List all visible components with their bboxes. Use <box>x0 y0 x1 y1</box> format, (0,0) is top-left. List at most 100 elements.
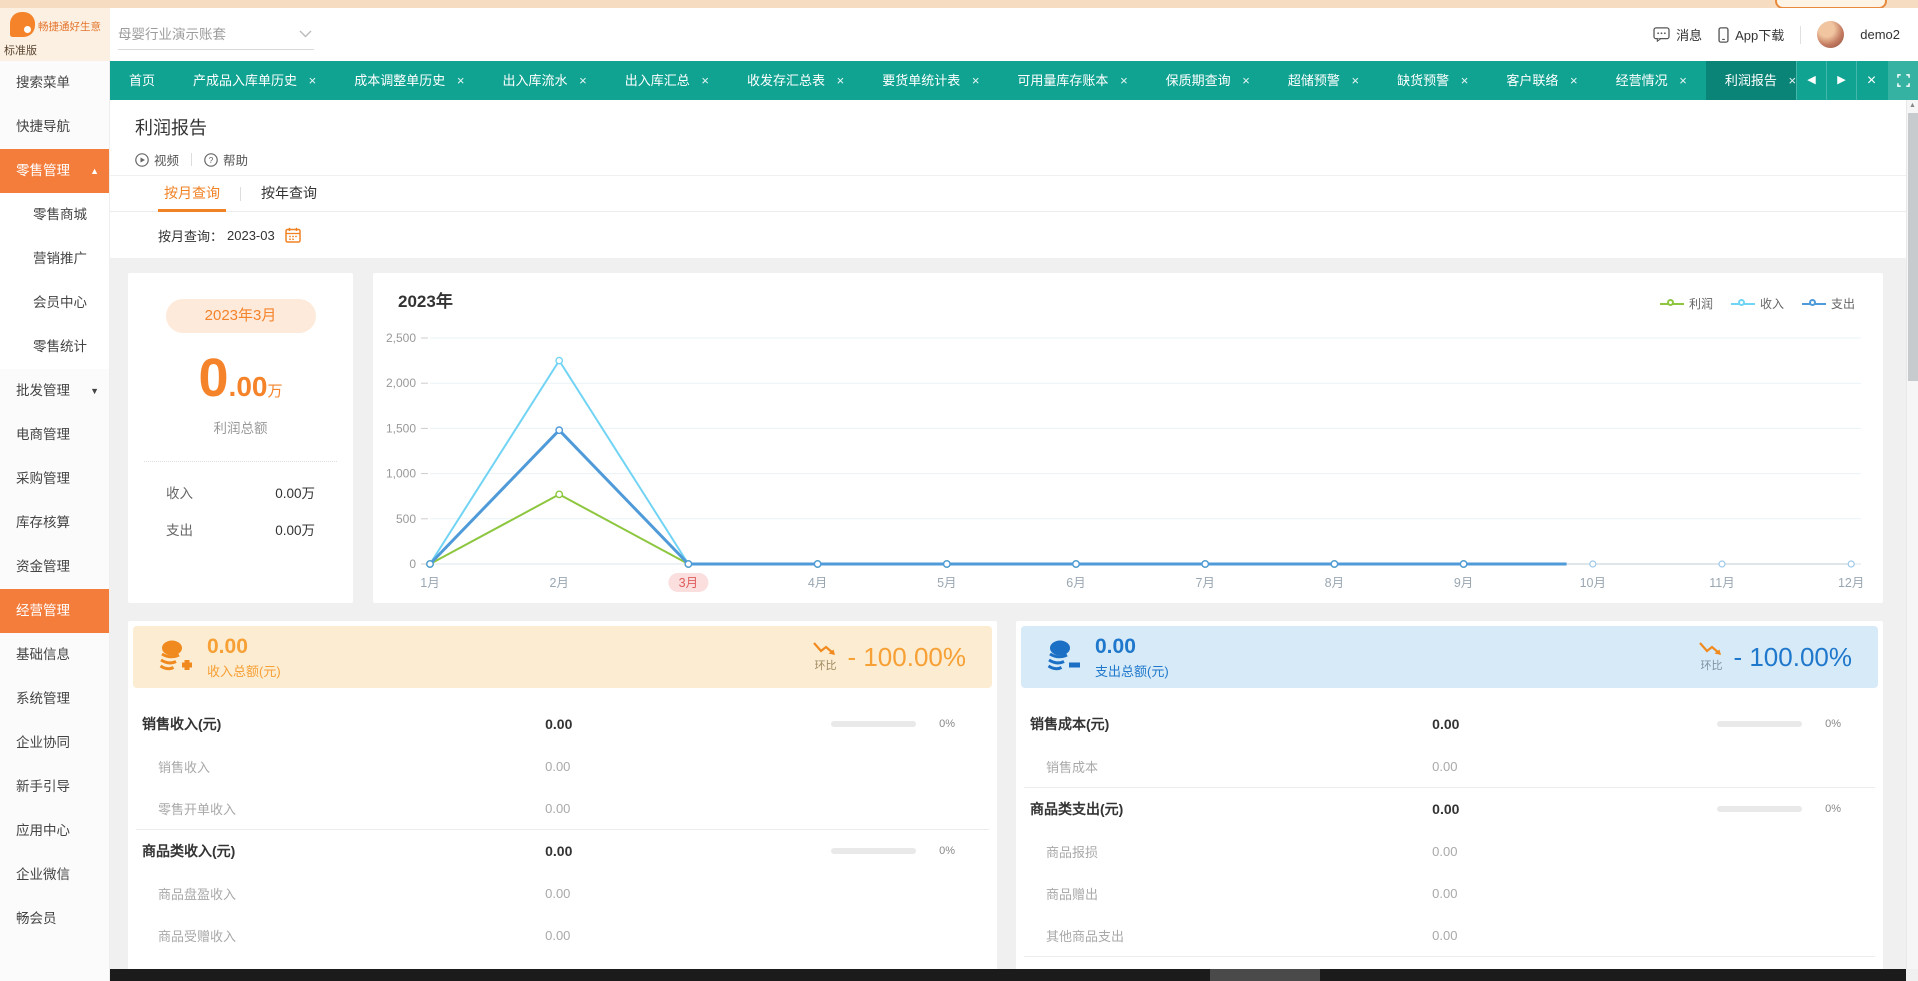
username[interactable]: demo2 <box>1860 27 1900 42</box>
play-circle-icon <box>135 152 149 167</box>
account-select[interactable]: 母婴行业演示账套 <box>118 22 314 50</box>
tab-close-icon[interactable]: × <box>701 73 709 88</box>
progress-bar <box>1717 806 1802 812</box>
legend-item[interactable]: 支出 <box>1801 295 1855 312</box>
summary-rows: 收入 0.00万 支出 0.00万 <box>166 482 315 539</box>
tab-close-icon[interactable]: × <box>309 73 317 88</box>
tab[interactable]: 出入库流水 × <box>483 61 605 100</box>
income-row: 零售开单收入 0.00 <box>128 787 997 829</box>
tab-close-icon[interactable]: × <box>1570 73 1578 88</box>
legend-item[interactable]: 收入 <box>1730 295 1784 312</box>
tab[interactable]: 出入库汇总 × <box>606 61 728 100</box>
sidebar-item[interactable]: 快捷导航 <box>0 105 109 149</box>
open-tabs: 首页 产成品入库单历史 × 成本调整单历史 × 出入库流水 × 出入库汇总 × … <box>110 61 1796 100</box>
app-download-button[interactable]: App下载 <box>1718 25 1784 44</box>
dotted-divider <box>144 461 337 462</box>
avatar[interactable] <box>1817 21 1845 48</box>
sidebar-item[interactable]: 应用中心 <box>0 809 109 853</box>
summary-row-value: 0.00万 <box>275 523 315 538</box>
tab-close-icon[interactable]: × <box>837 73 845 88</box>
tab-close-icon[interactable]: × <box>1352 73 1360 88</box>
income-total-label: 收入总额(元) <box>207 663 281 679</box>
sidebar-item[interactable]: 经营管理 <box>0 589 109 633</box>
tab[interactable]: 产成品入库单历史 × <box>174 61 335 100</box>
tab[interactable]: 利润报告 × <box>1705 61 1796 100</box>
expense-row-value: 0.00 <box>1432 801 1460 817</box>
sidebar-item[interactable]: 采购管理 <box>0 457 109 501</box>
legend-marker-icon <box>1801 298 1826 309</box>
svg-text:500: 500 <box>396 512 416 526</box>
tabbar: 首页 产成品入库单历史 × 成本调整单历史 × 出入库流水 × 出入库汇总 × … <box>110 61 1918 100</box>
expense-ratio-label: 环比 <box>1700 659 1723 672</box>
sidebar-item[interactable]: 零售商城 <box>0 193 109 237</box>
vertical-scrollbar-thumb[interactable] <box>1908 113 1918 381</box>
tab[interactable]: 超储预警 × <box>1269 61 1378 100</box>
fullscreen-button[interactable] <box>1888 61 1918 100</box>
logo[interactable]: 畅捷通好生意 标准版 <box>0 8 110 61</box>
sidebar-item[interactable]: 新手引导 <box>0 765 109 809</box>
vertical-scrollbar: ▲ <box>1906 100 1918 969</box>
sidebar-item[interactable]: 企业协同 <box>0 721 109 765</box>
tab[interactable]: 缺货预警 × <box>1378 61 1487 100</box>
tab-yearly-query[interactable]: 按年查询 <box>255 176 323 212</box>
tab-close-icon[interactable]: × <box>1461 73 1469 88</box>
calendar-icon[interactable] <box>284 227 301 243</box>
video-link[interactable]: 视频 <box>135 150 179 169</box>
sidebar-item[interactable]: 零售统计 <box>0 325 109 369</box>
tab[interactable]: 收发存汇总表 × <box>728 61 863 100</box>
income-row: 销售收入 0.00 <box>128 745 997 787</box>
progress-bar <box>831 721 916 727</box>
page-title: 利润报告 <box>135 118 207 138</box>
date-filter-label: 按月查询： <box>158 228 224 244</box>
tab[interactable]: 要货单统计表 × <box>863 61 998 100</box>
legend-label: 利润 <box>1688 297 1713 311</box>
expense-row-value: 0.00 <box>1432 885 1458 901</box>
tab[interactable]: 保质期查询 × <box>1147 61 1269 100</box>
sidebar-item[interactable]: 资金管理 <box>0 545 109 589</box>
tab-close-icon[interactable]: × <box>1679 73 1687 88</box>
tab[interactable]: 成本调整单历史 × <box>335 61 483 100</box>
expense-row-label: 销售成本 <box>1046 759 1099 775</box>
sidebar-item[interactable]: 库存核算 <box>0 501 109 545</box>
sidebar-item-label: 资金管理 <box>16 559 70 574</box>
svg-text:11月: 11月 <box>1709 576 1734 590</box>
sidebar-item[interactable]: 批发管理 ▼ <box>0 369 109 413</box>
sidebar-item-label: 经营管理 <box>16 603 70 618</box>
horizontal-scrollbar-thumb[interactable] <box>1210 969 1320 981</box>
tab-close-icon[interactable]: × <box>457 73 465 88</box>
tab-close-icon[interactable]: × <box>1242 73 1250 88</box>
sidebar-item[interactable]: 搜索菜单 <box>0 61 109 105</box>
date-filter-value[interactable]: 2023-03 <box>227 228 275 243</box>
sidebar-item[interactable]: 企业微信 <box>0 853 109 897</box>
tab[interactable]: 可用量库存账本 × <box>998 61 1146 100</box>
tab[interactable]: 首页 <box>110 61 174 100</box>
sidebar-item[interactable]: 会员中心 <box>0 281 109 325</box>
sidebar-item[interactable]: 零售管理 ▲ <box>0 149 109 193</box>
tab-monthly-query[interactable]: 按月查询 <box>158 176 226 212</box>
close-all-tabs-button[interactable]: × <box>1856 61 1886 100</box>
help-link[interactable]: ? 帮助 <box>204 150 248 169</box>
expense-row-value: 0.00 <box>1432 758 1458 774</box>
sidebar-item[interactable]: 营销推广 <box>0 237 109 281</box>
tab-close-icon[interactable]: × <box>972 73 980 88</box>
prev-tab-button[interactable]: ◀ <box>1796 61 1826 100</box>
next-tab-button[interactable]: ▶ <box>1826 61 1856 100</box>
sidebar-item-label: 系统管理 <box>16 691 70 706</box>
chart-title: 2023年 <box>398 292 453 311</box>
expense-row: 商品类支出(元) 0.00 0% <box>1016 788 1883 830</box>
legend-item[interactable]: 利润 <box>1659 295 1713 312</box>
sidebar-item[interactable]: 基础信息 <box>0 633 109 677</box>
legend-marker-icon <box>1730 298 1755 309</box>
messages-button[interactable]: 消息 <box>1653 25 1702 44</box>
scroll-up-icon[interactable]: ▲ <box>1907 102 1918 109</box>
sidebar-item[interactable]: 畅会员 <box>0 897 109 941</box>
sidebar-item-label: 应用中心 <box>16 823 70 838</box>
sidebar-item[interactable]: 电商管理 <box>0 413 109 457</box>
tab-close-icon[interactable]: × <box>1120 73 1128 88</box>
tab-close-icon[interactable]: × <box>579 73 587 88</box>
tab[interactable]: 客户联络 × <box>1487 61 1596 100</box>
expense-row-label: 销售成本(元) <box>1030 716 1110 732</box>
sidebar-item[interactable]: 系统管理 <box>0 677 109 721</box>
tab[interactable]: 经营情况 × <box>1597 61 1706 100</box>
tab-close-icon[interactable]: × <box>1788 73 1796 88</box>
